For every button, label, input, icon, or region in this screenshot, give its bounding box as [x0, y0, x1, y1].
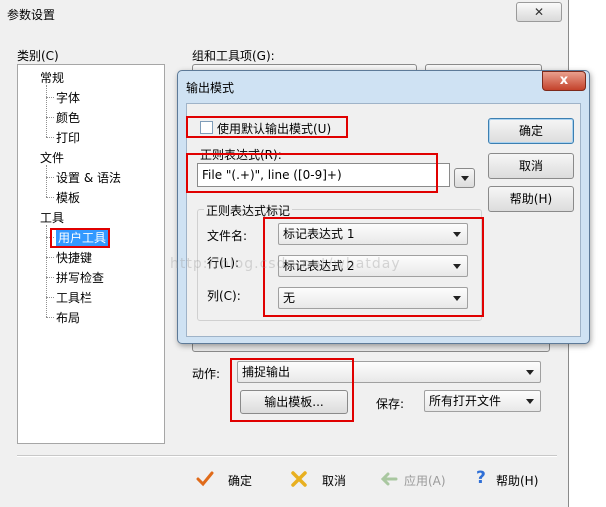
footer-divider — [17, 455, 557, 457]
cross-icon — [291, 471, 307, 487]
tree-item[interactable]: 拼写检查 — [56, 269, 104, 286]
tree-connector — [46, 137, 54, 138]
tree-item[interactable]: 工具 — [40, 209, 64, 226]
apply-label: 应用(A) — [404, 474, 446, 488]
category-label: 类别(C) — [17, 49, 59, 63]
ok-label: 确定 — [228, 474, 253, 488]
action-highlight — [230, 358, 354, 422]
tree-item[interactable]: 布局 — [56, 309, 80, 326]
checkmark-icon — [196, 471, 214, 487]
selected-item-highlight — [50, 228, 110, 248]
tree-item[interactable]: 字体 — [56, 89, 80, 106]
dialog-close-button[interactable]: x — [542, 71, 586, 91]
tree-connector — [46, 297, 54, 298]
window-title: 参数设置 — [7, 8, 56, 22]
tree-connector — [46, 177, 54, 178]
help-label: 帮助(H) — [496, 474, 539, 488]
filename-label: 文件名: — [207, 229, 248, 243]
chevron-down-icon — [461, 176, 469, 181]
tree-connector — [46, 97, 54, 98]
arrow-left-icon — [380, 472, 398, 486]
save-label: 保存: — [376, 397, 405, 411]
tree-item[interactable]: 常规 — [40, 69, 64, 86]
tree-connector — [46, 317, 54, 318]
cancel-button[interactable]: 取消 — [290, 470, 360, 490]
tree-connector — [46, 277, 54, 278]
default-mode-highlight — [186, 116, 348, 138]
regex-highlight — [186, 153, 438, 193]
tree-connector — [46, 257, 54, 258]
tree-item[interactable]: 模板 — [56, 189, 80, 206]
tree-item[interactable]: 颜色 — [56, 109, 80, 126]
tree-connector — [46, 225, 47, 317]
question-icon: ? — [476, 468, 486, 488]
apply-button[interactable]: 应用(A) — [380, 470, 460, 490]
regex-dropdown-button[interactable] — [454, 168, 475, 188]
action-label: 动作: — [192, 367, 221, 381]
watermark: http://blog.csdn.net/whatday — [170, 256, 401, 272]
tree-item[interactable]: 打印 — [56, 129, 80, 146]
help-button[interactable]: ? 帮助(H) — [474, 468, 554, 490]
tree-connector — [46, 85, 47, 137]
tree-connector — [46, 165, 47, 197]
close-button[interactable]: ✕ — [516, 2, 562, 22]
save-select[interactable]: 所有打开文件 — [424, 390, 541, 412]
dialog-ok-button[interactable]: 确定 — [488, 118, 574, 144]
dialog-cancel-button[interactable]: 取消 — [488, 153, 574, 179]
column-label: 列(C): — [207, 289, 241, 303]
tree-item[interactable]: 文件 — [40, 149, 64, 166]
tree-connector — [46, 117, 54, 118]
group-tools-label: 组和工具项(G): — [192, 49, 275, 63]
ok-button[interactable]: 确定 — [196, 470, 266, 490]
cancel-label: 取消 — [322, 474, 347, 488]
dialog-title: 输出模式 — [186, 81, 235, 95]
tree-item[interactable]: 设置 & 语法 — [56, 169, 121, 186]
category-tree[interactable]: 常规 字体 颜色 打印 文件 设置 & 语法 模板 工具 用户工具 快捷键 拼写检查 工具栏 布局 — [17, 64, 165, 444]
tree-item[interactable]: 工具栏 — [56, 289, 92, 306]
tree-connector — [46, 197, 54, 198]
chevron-down-icon — [526, 399, 534, 404]
tree-item[interactable]: 快捷键 — [56, 249, 92, 266]
dialog-help-button[interactable]: 帮助(H) — [488, 186, 574, 212]
chevron-down-icon — [526, 370, 534, 375]
save-value: 所有打开文件 — [429, 394, 502, 408]
